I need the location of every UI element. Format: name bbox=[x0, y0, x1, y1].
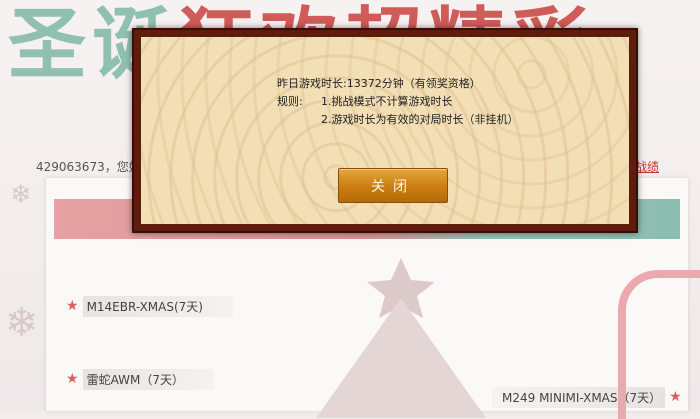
modal-overlay: 昨日游戏时长:13372分钟（有领奖资格） 规则: 1.挑战模式不计算游戏时长 2… bbox=[0, 0, 700, 411]
dialog-body: 昨日游戏时长:13372分钟（有领奖资格） 规则: 1.挑战模式不计算游戏时长 2… bbox=[141, 37, 629, 224]
dialog-info: 昨日游戏时长:13372分钟（有领奖资格） 规则: 1.挑战模式不计算游戏时长 2… bbox=[277, 75, 519, 129]
close-button[interactable]: 关闭 bbox=[338, 168, 448, 203]
rule-2: 2.游戏时长为有效的对局时长（非挂机） bbox=[321, 113, 519, 126]
rules-label: 规则: bbox=[277, 95, 303, 108]
rule-1: 1.挑战模式不计算游戏时长 bbox=[321, 95, 453, 108]
info-dialog: 昨日游戏时长:13372分钟（有领奖资格） 规则: 1.挑战模式不计算游戏时长 2… bbox=[132, 28, 638, 233]
yesterday-playtime: 昨日游戏时长:13372分钟（有领奖资格） bbox=[277, 77, 481, 90]
